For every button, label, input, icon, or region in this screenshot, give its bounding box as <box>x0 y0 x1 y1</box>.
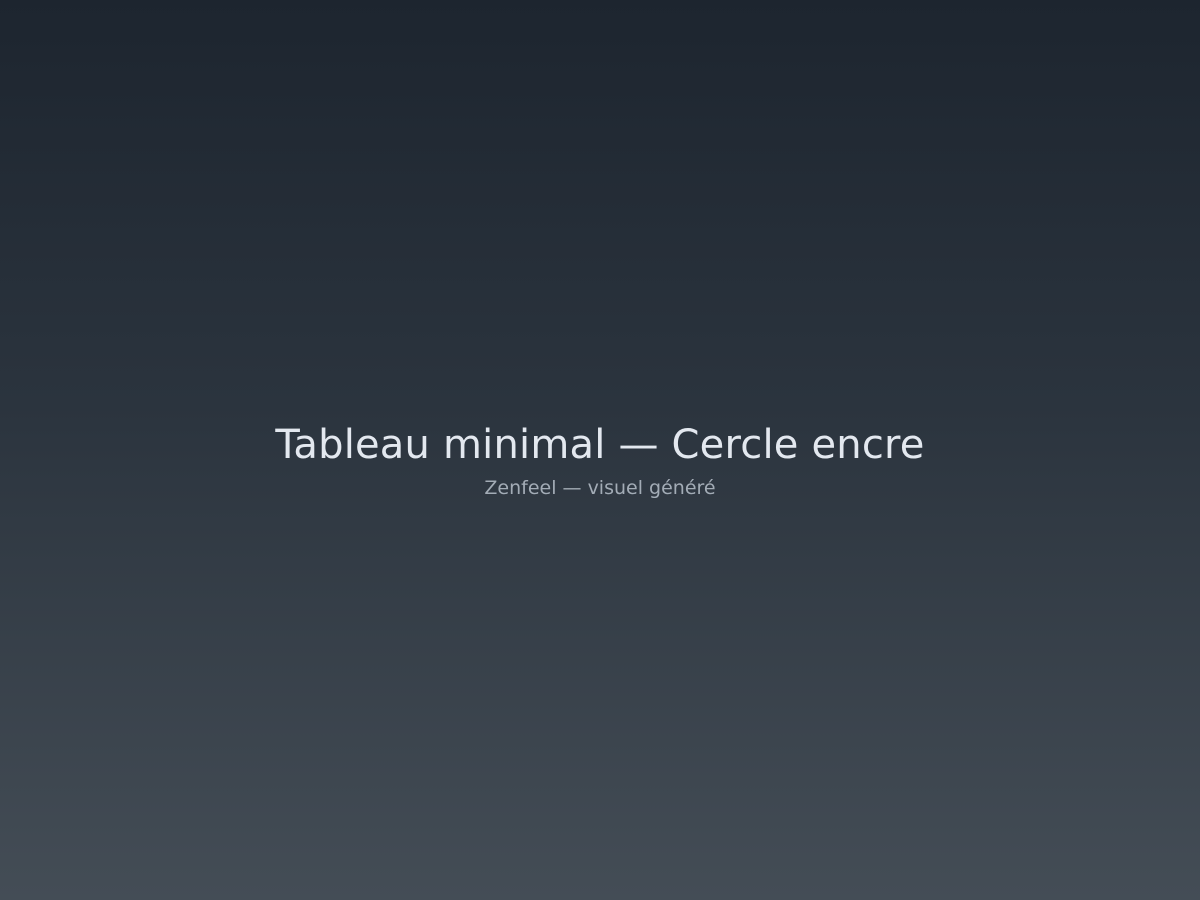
artwork-credit: Zenfeel — visuel généré <box>484 477 716 499</box>
artwork-canvas: Tableau minimal — Cercle encre Zenfeel —… <box>0 0 1200 900</box>
caption-block: Tableau minimal — Cercle encre Zenfeel —… <box>0 420 1200 502</box>
artwork-title: Tableau minimal — Cercle encre <box>275 422 925 468</box>
